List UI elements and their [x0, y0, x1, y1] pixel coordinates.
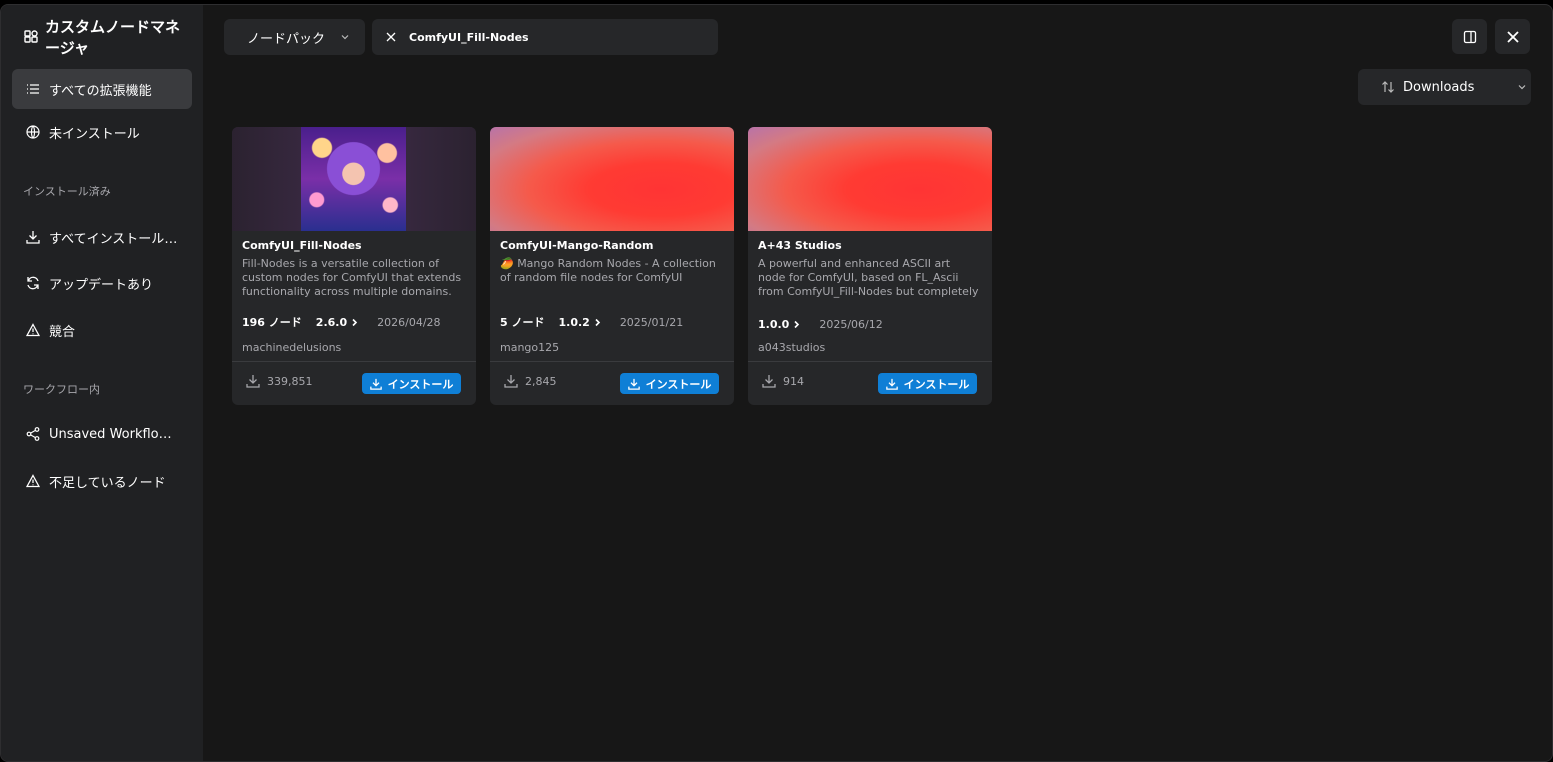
chevron-down-icon — [341, 35, 349, 40]
card-title: ComfyUI_Fill-Nodes — [242, 239, 362, 252]
download-count: 914 — [762, 374, 804, 388]
node-pack-card[interactable]: ComfyUI-Mango-Random 🥭 Mango Random Node… — [490, 127, 734, 405]
download-icon — [246, 375, 260, 388]
card-description: Fill-Nodes is a versatile collection of … — [242, 257, 462, 297]
sidebar-item-updates[interactable]: アップデートあり — [12, 263, 192, 303]
node-pack-card[interactable]: ComfyUI_Fill-Nodes Fill-Nodes is a versa… — [232, 127, 476, 405]
card-banner — [490, 127, 734, 231]
sidebar-item-label: Unsaved Workflow (2) — [49, 426, 179, 442]
refresh-icon — [27, 276, 39, 290]
sidebar-item-unsaved-workflow[interactable]: Unsaved Workflow (2) — [12, 414, 192, 454]
version-label: 2.6.0 — [315, 315, 348, 329]
node-count: 5 ノード — [500, 316, 545, 329]
sidebar-header: カスタムノードマネージャ — [23, 17, 195, 59]
version-selector[interactable]: 2.6.0 — [316, 316, 359, 329]
install-button[interactable]: インストール — [878, 373, 977, 394]
download-count: 339,851 — [246, 374, 313, 388]
sidebar-item-label: 不足しているノード — [49, 475, 166, 491]
download-icon — [627, 378, 640, 390]
install-label: インストール — [645, 377, 712, 391]
chevron-down-icon — [1518, 85, 1526, 90]
install-button[interactable]: インストール — [620, 373, 719, 394]
version-label: 1.0.0 — [758, 318, 790, 331]
section-heading-installed: インストール済み — [23, 185, 111, 198]
card-divider — [490, 361, 734, 362]
list-icon — [27, 84, 39, 94]
chevron-right-icon — [595, 318, 600, 326]
card-description: A powerful and enhanced ASCII art node f… — [758, 257, 979, 301]
install-label: インストール — [903, 377, 970, 391]
card-meta: 5 ノード 1.0.2 2025/01/21 — [500, 314, 683, 330]
download-icon — [504, 375, 518, 388]
card-meta: 1.0.0 2025/06/12 — [758, 318, 883, 331]
download-icon — [26, 231, 40, 244]
nodepack-label: ノードパック — [247, 31, 326, 47]
version-label: 1.0.2 — [558, 315, 590, 329]
section-heading-workflow: ワークフロー内 — [23, 383, 100, 396]
search-input[interactable]: ComfyUI_Fill-Nodes — [372, 19, 718, 55]
card-banner-image — [301, 127, 406, 231]
sidebar-item-label: 未インストール — [49, 126, 140, 142]
sort-dropdown[interactable]: Downloads — [1358, 69, 1531, 105]
sidebar: カスタムノードマネージャ すべての拡張機能 未インストール インストール済み す… — [1, 5, 203, 761]
download-count-value: 339,851 — [267, 374, 313, 388]
sidebar-item-label: アップデートあり — [49, 277, 154, 293]
puzzle-icon — [24, 30, 38, 43]
sidebar-item-label: 競合 — [49, 324, 76, 340]
chevron-right-icon — [352, 318, 358, 326]
version-selector[interactable]: 1.0.2 — [558, 316, 601, 329]
globe-icon — [26, 125, 40, 139]
sidebar-item-label: すべてインストール済み — [49, 231, 179, 247]
panel-icon — [1463, 30, 1476, 43]
version-selector[interactable]: 1.0.0 — [758, 318, 801, 331]
main-content: ノードパック ComfyUI_Fill-Nodes Downloads Comf… — [203, 5, 1552, 761]
node-pack-card[interactable]: A+43 Studios A powerful and enhanced ASC… — [748, 127, 992, 405]
sidebar-item-not-installed[interactable]: 未インストール — [12, 112, 192, 152]
search-value: ComfyUI_Fill-Nodes — [409, 30, 529, 44]
custom-node-manager-dialog: カスタムノードマネージャ すべての拡張機能 未インストール インストール済み す… — [0, 4, 1553, 762]
card-author: machinedelusions — [242, 341, 342, 354]
close-button[interactable] — [1495, 19, 1530, 54]
sidebar-item-all-installed[interactable]: すべてインストール済み — [12, 217, 192, 257]
sidebar-item-conflicts[interactable]: 競合 — [12, 310, 192, 350]
updated-date: 2025/01/21 — [619, 315, 684, 329]
download-icon — [885, 378, 898, 390]
sort-icon — [1382, 81, 1394, 93]
node-count: 196 ノード — [242, 316, 302, 329]
card-title: A+43 Studios — [758, 239, 842, 252]
warning-icon — [26, 474, 40, 488]
install-label: インストール — [387, 377, 454, 391]
sort-label: Downloads — [1403, 79, 1475, 95]
sidebar-title: カスタムノードマネージャ — [45, 18, 181, 57]
clear-search-icon[interactable] — [385, 31, 397, 43]
share-icon — [26, 427, 40, 441]
card-author: mango125 — [500, 341, 560, 354]
card-title: ComfyUI-Mango-Random — [500, 239, 654, 252]
download-count: 2,845 — [504, 374, 557, 388]
warning-icon — [26, 323, 40, 337]
download-icon — [369, 378, 382, 390]
close-icon — [1506, 30, 1519, 43]
chevron-right-icon — [794, 320, 800, 329]
updated-date: 2025/06/12 — [819, 318, 883, 331]
nodepack-dropdown[interactable]: ノードパック — [224, 19, 365, 55]
updated-date: 2026/04/28 — [377, 315, 441, 329]
install-button[interactable]: インストール — [362, 373, 461, 394]
card-divider — [748, 361, 992, 362]
card-banner — [748, 127, 992, 231]
card-description: 🥭 Mango Random Nodes - A collection of r… — [500, 257, 716, 284]
sidebar-item-all-extensions[interactable]: すべての拡張機能 — [12, 69, 192, 109]
sidebar-item-label: すべての拡張機能 — [49, 83, 152, 99]
card-author: a043studios — [758, 341, 826, 354]
card-banner — [232, 127, 476, 231]
toggle-panel-button[interactable] — [1452, 19, 1487, 54]
sidebar-item-missing-nodes[interactable]: 不足しているノード — [12, 461, 192, 501]
download-icon — [762, 375, 776, 388]
download-count-value: 2,845 — [525, 374, 557, 388]
download-count-value: 914 — [783, 374, 804, 388]
card-divider — [232, 361, 476, 362]
card-meta: 196 ノード 2.6.0 2026/04/28 — [242, 314, 441, 330]
